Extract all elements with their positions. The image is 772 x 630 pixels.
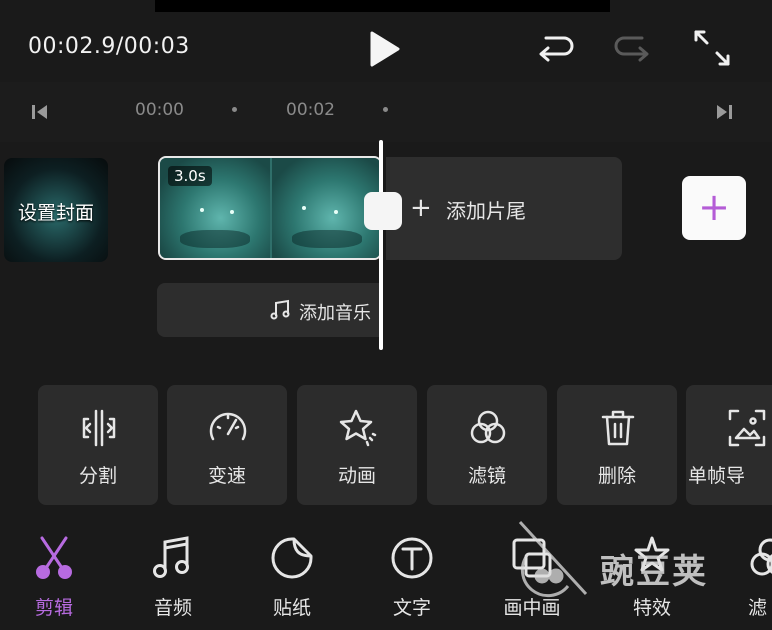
- ruler-tick-label: 00:00: [135, 100, 184, 120]
- plus-icon: +: [410, 193, 432, 223]
- nav-item-sticker[interactable]: 贴纸: [240, 520, 340, 630]
- nav-item-text[interactable]: 文字: [360, 520, 460, 630]
- text-icon: [391, 537, 433, 579]
- skip-to-start-button[interactable]: [30, 102, 50, 122]
- scissors-icon: [36, 536, 72, 579]
- undo-button[interactable]: [536, 32, 576, 62]
- set-cover-label: 设置封面: [17, 202, 94, 224]
- speed-tool[interactable]: 变速: [167, 385, 287, 505]
- split-tool[interactable]: 分割: [38, 385, 158, 505]
- nav-item-audio[interactable]: 音频: [121, 520, 221, 630]
- frame-export-icon: [728, 409, 766, 447]
- wandoujia-logo-icon: [518, 520, 588, 598]
- skip-to-end-button[interactable]: [714, 102, 734, 122]
- nav-label: 音频: [153, 597, 192, 619]
- tool-label: 动画: [337, 465, 376, 487]
- music-note-icon: [270, 299, 290, 320]
- clip-duration-badge: 3.0s: [168, 166, 212, 186]
- add-music-button[interactable]: 添加音乐: [157, 283, 379, 337]
- tool-label: 删除: [597, 465, 636, 487]
- nav-label: 贴纸: [272, 597, 311, 619]
- ruler-tick-dot: [232, 107, 237, 112]
- timeline-ruler: 00:00 00:02: [0, 82, 772, 142]
- edit-tools-row: 分割 变速 动画 滤镜 删除 单帧导: [0, 385, 772, 507]
- filter-circles-icon: [470, 410, 506, 444]
- ruler-tick-label: 00:02: [286, 100, 335, 120]
- skip-end-icon: [717, 105, 732, 119]
- plus-icon: +: [698, 185, 730, 229]
- watermark-text: 豌豆荚: [600, 552, 708, 592]
- redo-button[interactable]: [612, 32, 652, 62]
- watermark-logo: 豌豆荚: [508, 514, 758, 610]
- frame-export-tool[interactable]: 单帧导: [686, 385, 772, 505]
- nav-label: 文字: [392, 597, 431, 619]
- nav-item-cut[interactable]: 剪辑: [2, 520, 102, 630]
- ruler-tick-dot: [383, 107, 388, 112]
- add-ending-button[interactable]: + 添加片尾: [386, 157, 622, 260]
- undo-icon: [539, 36, 574, 62]
- music-note-icon: [153, 536, 189, 578]
- skip-start-icon: [32, 105, 47, 119]
- tool-label: 变速: [207, 465, 246, 487]
- star-animation-icon: [339, 409, 377, 447]
- sticker-icon: [271, 537, 313, 579]
- clip-trim-handle[interactable]: [364, 192, 402, 230]
- tool-label: 分割: [78, 465, 117, 487]
- add-ending-label: 添加片尾: [446, 199, 526, 223]
- split-icon: [82, 409, 116, 447]
- add-clip-button[interactable]: +: [682, 176, 746, 240]
- nav-label: 剪辑: [34, 597, 73, 619]
- player-controls-bar: 00:02.9/00:03: [0, 12, 772, 82]
- video-clip[interactable]: 3.0s: [158, 156, 382, 260]
- set-cover-button[interactable]: 设置封面: [4, 158, 108, 262]
- trash-icon: [601, 410, 635, 446]
- fullscreen-button[interactable]: [692, 28, 732, 68]
- speedometer-icon: [209, 412, 247, 441]
- redo-icon: [614, 36, 649, 62]
- tool-label: 滤镜: [467, 465, 506, 487]
- video-preview-edge: [155, 0, 610, 12]
- time-readout: 00:02.9/00:03: [28, 34, 190, 59]
- delete-tool[interactable]: 删除: [557, 385, 677, 505]
- playhead[interactable]: [379, 140, 383, 350]
- add-music-label: 添加音乐: [299, 303, 371, 324]
- fullscreen-icon: [694, 30, 730, 66]
- play-button[interactable]: [366, 29, 402, 69]
- animation-tool[interactable]: 动画: [297, 385, 417, 505]
- tool-label: 单帧导: [688, 465, 746, 487]
- play-icon: [370, 31, 400, 67]
- filter-tool[interactable]: 滤镜: [427, 385, 547, 505]
